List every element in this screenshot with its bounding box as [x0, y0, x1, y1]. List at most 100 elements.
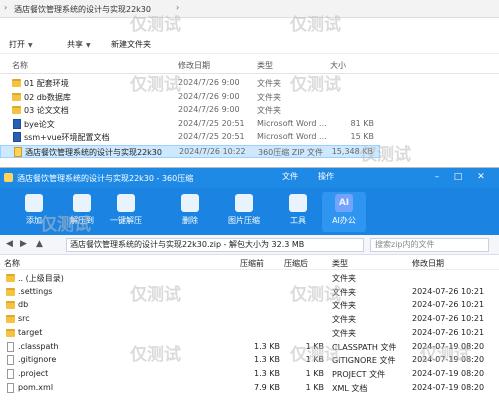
zip-row[interactable]: src 文件夹 2024-07-26 10:21 [0, 313, 499, 326]
cell-name: .. (上级目录) [18, 274, 64, 283]
zip-row[interactable]: .settings 文件夹 2024-07-26 10:21 [0, 286, 499, 299]
cell-type: 文件夹 [332, 274, 356, 283]
folder-icon [6, 328, 15, 337]
file-icon [7, 368, 14, 379]
close-button[interactable]: ✕ [474, 171, 488, 184]
zip-row[interactable]: .classpath 1.3 KB 1 KB CLASSPATH 文件 2024-07-… [0, 341, 499, 354]
ribbon-button-one-click-extract[interactable]: 一键解压 [104, 192, 148, 232]
cell-packed: 1 KB [305, 341, 324, 351]
explorer-row[interactable]: ssm+vue环境配置文档 2024/7/25 20:51 Microsoft Wo… [0, 131, 380, 144]
folder-icon [6, 274, 15, 282]
path-chevron-icon: › [176, 3, 180, 12]
share-button[interactable]: 共享 ▼ [64, 39, 94, 51]
col-header-type[interactable]: 类型 [332, 258, 348, 269]
cell-name: .classpath [18, 341, 59, 351]
maximize-button[interactable]: □ [451, 171, 465, 184]
col-header-size[interactable]: 大小 [330, 60, 346, 71]
cell-name: .gitignore [18, 355, 57, 365]
col-header-compressed[interactable]: 压缩前 [240, 258, 264, 269]
cell-date: 2024-07-19 08:20 [412, 341, 485, 351]
cell-name: db [18, 300, 29, 310]
tools-icon [289, 194, 307, 212]
zip-row[interactable]: .project 1.3 KB 1 KB PROJECT 文件 2024-07-19 0… [0, 368, 499, 381]
zip-row[interactable]: .. (上级目录) 文件夹 [0, 272, 499, 285]
menu-file[interactable]: 文件 [282, 171, 298, 182]
ribbon-button-extract-to[interactable]: 解压到 [60, 192, 104, 232]
forward-arrow-icon[interactable]: ▶ [20, 239, 27, 249]
word-doc-icon [13, 118, 21, 129]
zip-row[interactable]: .gitignore 1.3 KB 1 KB GITIGNORE 文件 2024-07-… [0, 354, 499, 367]
col-header-date[interactable]: 修改日期 [178, 60, 210, 71]
zip-archive-window: 酒店餐饮管理系统的设计与实现22k30 - 360压缩 文件 操作 – □ ✕ … [0, 168, 499, 407]
explorer-row[interactable]: 01 配套环境 2024/7/26 9:00 文件夹 [0, 77, 380, 90]
cell-type: GITIGNORE 文件 [332, 356, 396, 366]
ribbon-label: 一键解压 [110, 216, 142, 225]
cell-date: 2024/7/25 20:51 [178, 132, 245, 141]
back-arrow-icon[interactable]: ◀ [6, 239, 13, 249]
cell-date: 2024-07-26 10:21 [412, 300, 485, 310]
open-button[interactable]: 打开 ▼ [6, 39, 36, 51]
image-compress-icon [235, 194, 253, 212]
cell-date: 2024-07-19 08:20 [412, 368, 485, 378]
col-header-date[interactable]: 修改日期 [412, 258, 444, 269]
zip-titlebar: 酒店餐饮管理系统的设计与实现22k30 - 360压缩 文件 操作 – □ ✕ [0, 168, 499, 188]
cell-date: 2024/7/26 10:22 [179, 146, 246, 156]
cell-name: 03 论文文档 [24, 106, 69, 115]
ribbon-label: 工具 [290, 216, 306, 225]
minimize-button[interactable]: – [430, 171, 444, 184]
folder-icon [6, 301, 15, 310]
cell-size: 15 KB [350, 132, 374, 141]
zip-icon [14, 146, 22, 157]
ribbon-button-tools[interactable]: 工具 [276, 192, 320, 232]
col-header-name[interactable]: 名称 [4, 258, 20, 269]
ribbon-label: 图片压缩 [228, 216, 260, 225]
zip-app-icon [4, 173, 13, 182]
zip-address-field[interactable]: 酒店餐饮管理系统的设计与实现22k30.zip - 解包大小为 32.3 MB [66, 238, 364, 252]
explorer-column-headers: 名称 修改日期 类型 大小 [0, 58, 499, 74]
cell-type: CLASSPATH 文件 [332, 342, 397, 352]
cell-compressed: 1.3 KB [254, 355, 280, 365]
ribbon-label: 删除 [182, 216, 198, 225]
folder-icon [12, 106, 21, 114]
cell-date: 2024/7/25 20:51 [178, 118, 245, 128]
cell-date: 2024/7/26 9:00 [178, 78, 240, 87]
zip-row[interactable]: pom.xml 7.9 KB 1 KB XML 文档 2024-07-19 08:20 [0, 382, 499, 395]
explorer-row[interactable]: 02 db数据库 2024/7/26 9:00 文件夹 [0, 91, 380, 104]
col-header-packed[interactable]: 压缩后 [284, 258, 308, 269]
explorer-address-bar[interactable]: › 酒店餐饮管理系统的设计与实现22k30 › [0, 0, 499, 18]
zip-column-headers: 名称 压缩前 压缩后 类型 修改日期 [0, 257, 499, 270]
chevron-down-icon: ▼ [86, 42, 91, 49]
up-folder-icon[interactable]: ▲ [36, 239, 43, 249]
cell-compressed: 7.9 KB [254, 382, 280, 392]
ribbon-label: 添加 [26, 216, 42, 225]
menu-ops[interactable]: 操作 [318, 171, 334, 182]
cell-type: PROJECT 文件 [332, 369, 386, 379]
ribbon-button-delete[interactable]: 删除 [168, 192, 212, 232]
file-icon [7, 382, 14, 393]
col-header-name[interactable]: 名称 [12, 60, 28, 71]
ribbon-button-image-compress[interactable]: 图片压缩 [222, 192, 266, 232]
cell-name: ssm+vue环境配置文档 [24, 133, 110, 142]
cell-size: 15,348 KB [331, 146, 373, 156]
extract-to-icon [73, 194, 91, 212]
zip-row[interactable]: db 文件夹 2024-07-26 10:21 [0, 299, 499, 312]
word-doc-icon [13, 132, 21, 142]
cell-type: XML 文档 [332, 383, 368, 393]
cell-name: 酒店餐饮管理系统的设计与实现22k30 [25, 147, 162, 157]
folder-icon [6, 287, 15, 296]
explorer-row[interactable]: 03 论文文档 2024/7/26 9:00 文件夹 [0, 104, 380, 117]
cell-compressed: 1.3 KB [254, 368, 280, 378]
cell-compressed: 1.3 KB [254, 341, 280, 351]
ribbon-label: 解压到 [70, 216, 94, 225]
zip-row[interactable]: target 文件夹 2024-07-26 10:21 [0, 327, 499, 340]
cell-date: 2024/7/26 9:00 [178, 91, 240, 101]
explorer-row[interactable]: 酒店餐饮管理系统的设计与实现22k30 2024/7/26 10:22 360压缩 … [0, 144, 380, 158]
new-folder-button[interactable]: 新建文件夹 [108, 39, 154, 51]
zip-search-input[interactable]: 搜索zip内的文件 [370, 238, 489, 252]
cell-type: 文件夹 [332, 287, 356, 297]
ribbon-button-ai-office[interactable]: AI AI办公 [322, 192, 366, 232]
explorer-row[interactable]: bye论文 2024/7/25 20:51 Microsoft Word ... 81… [0, 118, 380, 131]
cell-packed: 1 KB [305, 382, 324, 392]
ribbon-button-add[interactable]: 添加 [12, 192, 56, 232]
col-header-type[interactable]: 类型 [257, 60, 273, 71]
